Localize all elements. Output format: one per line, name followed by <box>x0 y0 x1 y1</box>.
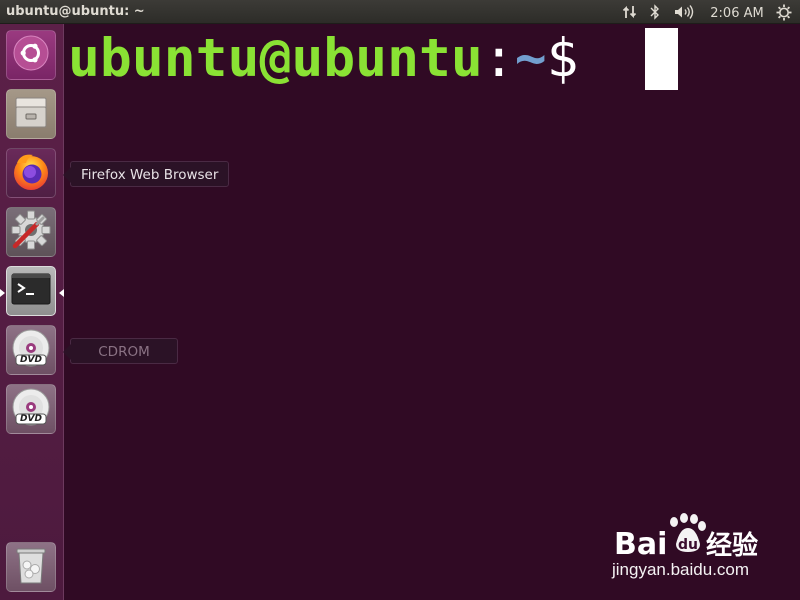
sound-icon[interactable] <box>672 3 696 21</box>
settings-gear-icon <box>9 208 53 256</box>
firefox-icon <box>9 149 53 197</box>
prompt-dollar: $ <box>546 28 579 89</box>
launcher-item-settings[interactable] <box>6 207 56 257</box>
prompt-colon: : <box>482 28 515 89</box>
svg-text:du: du <box>678 537 698 553</box>
terminal-cursor <box>645 28 678 90</box>
launcher-item-dash[interactable] <box>6 30 56 80</box>
svg-text:经验: 经验 <box>706 530 758 560</box>
svg-text:Bai: Bai <box>614 527 667 560</box>
top-panel: ubuntu@ubuntu: ~ 2:06 AM <box>0 0 800 24</box>
launcher-item-terminal[interactable] <box>6 266 56 316</box>
focused-indicator-icon <box>59 289 64 297</box>
file-cabinet-icon <box>11 92 51 136</box>
launcher-item-firefox[interactable] <box>6 148 56 198</box>
bluetooth-icon[interactable] <box>648 3 662 21</box>
desktop-screen: ubuntu@ubuntu: ~ 2:06 AM DVD DVD ubuntu@… <box>0 0 800 600</box>
baidu-watermark: Bai du 经验 jingyan.baidu.com <box>610 512 790 584</box>
ubuntu-logo-icon <box>11 33 51 77</box>
trash-icon <box>11 543 51 591</box>
launcher-item-trash[interactable] <box>6 542 56 592</box>
launcher: DVD DVD <box>0 24 64 600</box>
launcher-item-dvd[interactable]: DVD <box>6 384 56 434</box>
tooltip-firefox: Firefox Web Browser <box>62 161 230 187</box>
dvd-label: DVD <box>20 414 42 424</box>
dvd-icon: DVD <box>9 387 53 431</box>
watermark-url: jingyan.baidu.com <box>612 560 750 579</box>
running-indicator-icon <box>0 289 5 297</box>
terminal-icon <box>11 272 51 310</box>
launcher-item-files[interactable] <box>6 89 56 139</box>
prompt-path: ~ <box>514 28 547 89</box>
prompt-user-host: ubuntu@ubuntu <box>68 28 483 89</box>
dvd-label: DVD <box>20 355 42 365</box>
dvd-icon: DVD <box>9 328 53 372</box>
power-icon[interactable] <box>774 3 794 21</box>
terminal-prompt: ubuntu@ubuntu:~$ <box>68 24 579 94</box>
window-title: ubuntu@ubuntu: ~ <box>6 4 145 19</box>
launcher-item-dvd[interactable]: DVD <box>6 325 56 375</box>
network-icon[interactable] <box>620 3 640 21</box>
tooltip-cdrom: CDROM <box>63 338 178 364</box>
clock[interactable]: 2:06 AM <box>708 4 766 22</box>
